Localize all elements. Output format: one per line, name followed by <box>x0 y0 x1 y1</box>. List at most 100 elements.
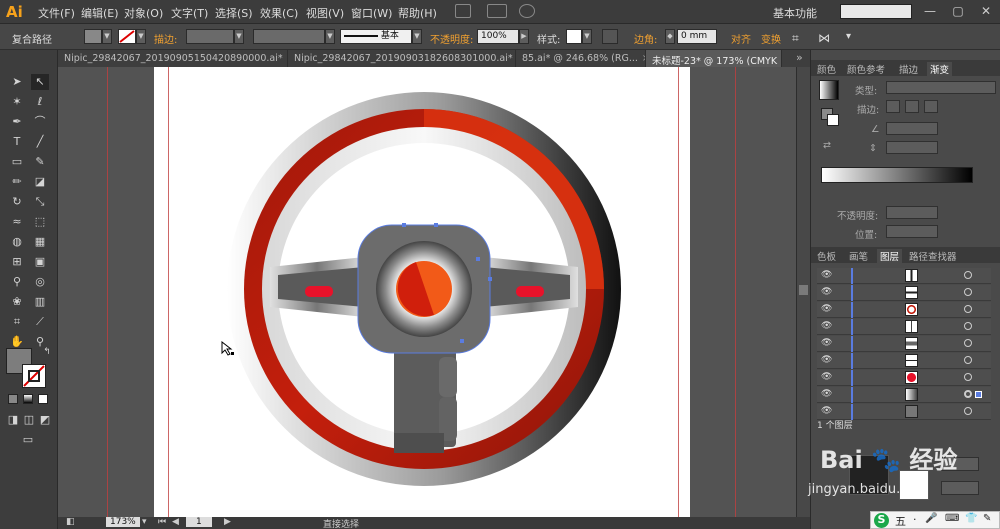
canvas-area[interactable] <box>58 67 810 517</box>
swap-colors-icon[interactable]: ↰ <box>38 344 56 360</box>
curvature-tool-icon[interactable]: ⌒ <box>31 114 49 130</box>
menu-effect[interactable]: 效果(C) <box>260 5 298 21</box>
visibility-eye-icon[interactable]: 👁 <box>821 338 832 348</box>
corner-field[interactable]: 0 mm <box>677 29 717 44</box>
visibility-eye-icon[interactable]: 👁 <box>821 287 832 297</box>
tab-brushes[interactable]: 画笔 <box>849 249 868 263</box>
symbol-sprayer-icon[interactable]: ❀ <box>8 294 26 310</box>
graphic-style-dropdown[interactable]: ▼ <box>582 29 592 44</box>
eraser-tool-icon[interactable]: ◪ <box>31 174 49 190</box>
options-icon[interactable]: ⋈ <box>818 31 830 45</box>
anchor-point[interactable] <box>488 277 492 281</box>
workspace-switcher[interactable]: 基本功能 <box>773 5 817 21</box>
stroke-color-icon[interactable] <box>22 364 46 388</box>
tab-doc-1[interactable]: Nipic_29842067_20190905150420890000.ai*× <box>58 50 288 67</box>
tab-layers[interactable]: 图层 <box>877 249 903 263</box>
steering-wheel-artwork[interactable] <box>154 67 690 517</box>
target-icon[interactable] <box>964 356 972 364</box>
layer-row[interactable]: 👁 <box>817 268 991 284</box>
align-link[interactable]: 对齐 <box>731 31 751 46</box>
tab-overflow-icon[interactable]: » <box>796 51 803 64</box>
menu-edit[interactable]: 编辑(E) <box>81 5 119 21</box>
gradient-tool-icon[interactable]: ▣ <box>31 254 49 270</box>
menu-file[interactable]: 文件(F) <box>38 5 75 21</box>
paintbrush-icon[interactable]: ✎ <box>31 154 49 170</box>
stroke-gradient-option-2[interactable] <box>905 100 919 113</box>
anchor-point[interactable] <box>402 223 406 227</box>
free-transform-icon[interactable]: ⬚ <box>31 214 49 230</box>
variable-width-field[interactable] <box>253 29 325 44</box>
opacity-label[interactable]: 不透明度: <box>430 31 473 46</box>
eyedropper-icon[interactable]: ⚲ <box>8 274 26 290</box>
artboard-number-field[interactable]: 1 <box>186 517 212 527</box>
aspect-ratio-field[interactable] <box>886 141 938 154</box>
minimize-button[interactable]: — <box>922 3 938 19</box>
gradient-type-select[interactable] <box>886 81 996 94</box>
skin-icon[interactable]: 👕 <box>965 513 977 524</box>
vertical-scrollbar[interactable] <box>796 67 810 517</box>
artboard-tool-icon[interactable]: ⌗ <box>8 314 26 330</box>
gradient-opacity-field[interactable] <box>886 206 938 219</box>
stroke-style-field[interactable]: 基本 <box>340 29 412 44</box>
microphone-icon[interactable]: 🎤 <box>925 513 937 524</box>
stroke-swatch[interactable] <box>118 29 136 44</box>
mesh-tool-icon[interactable]: ⊞ <box>8 254 26 270</box>
layer-row[interactable]: 👁 <box>817 336 991 352</box>
menu-object[interactable]: 对象(O) <box>124 5 163 21</box>
stroke-dropdown[interactable]: ▼ <box>136 29 146 44</box>
tab-stroke[interactable]: 描边 <box>899 62 918 76</box>
ime-punct-icon[interactable]: · <box>913 513 917 526</box>
layer-row[interactable]: 👁 <box>817 387 991 403</box>
fill-swatch[interactable] <box>84 29 102 44</box>
menu-window[interactable]: 窗口(W) <box>351 5 392 21</box>
artboard-nav-icon[interactable]: ◧ <box>66 517 75 527</box>
fill-dropdown[interactable]: ▼ <box>102 29 112 44</box>
make-mask-button[interactable] <box>941 481 979 495</box>
target-icon[interactable] <box>964 305 972 313</box>
anchor-point[interactable] <box>476 257 480 261</box>
gradient-swatch[interactable] <box>819 80 839 100</box>
line-tool-icon[interactable]: ╱ <box>31 134 49 150</box>
visibility-eye-icon[interactable]: 👁 <box>821 355 832 365</box>
shape-builder-icon[interactable]: ◍ <box>8 234 26 250</box>
opacity-field[interactable]: 100% <box>477 29 519 44</box>
color-mode-icon[interactable] <box>8 394 18 404</box>
screen-mode-icon[interactable]: ▭ <box>18 432 38 448</box>
arrange-documents-icon[interactable] <box>487 4 507 18</box>
draw-inside-icon[interactable]: ◩ <box>36 412 54 428</box>
gradient-slider[interactable] <box>821 167 973 183</box>
target-icon[interactable] <box>964 322 972 330</box>
target-icon[interactable] <box>964 288 972 296</box>
recolor-icon[interactable] <box>602 29 618 44</box>
next-artboard-icon[interactable]: ▶ <box>224 517 231 527</box>
target-icon[interactable] <box>964 407 972 415</box>
close-button[interactable]: ✕ <box>978 3 994 19</box>
corner-stepper[interactable]: ◆ <box>665 29 675 44</box>
tab-color[interactable]: 颜色 <box>817 62 836 76</box>
layer-row[interactable]: 👁 <box>817 353 991 369</box>
artboard[interactable] <box>154 67 690 517</box>
layer-row[interactable]: 👁 <box>817 285 991 301</box>
gradient-stroke-icon[interactable] <box>827 114 839 126</box>
gradient-mode-icon[interactable] <box>23 394 33 404</box>
target-icon[interactable] <box>964 271 972 279</box>
menu-type[interactable]: 文字(T) <box>171 5 208 21</box>
angle-field[interactable] <box>886 122 938 135</box>
perspective-grid-icon[interactable]: ▦ <box>31 234 49 250</box>
stroke-style-dropdown[interactable]: ▼ <box>412 29 422 44</box>
stroke-weight-field[interactable] <box>186 29 234 44</box>
slice-tool-icon[interactable]: ⟋ <box>31 314 49 330</box>
visibility-eye-icon[interactable]: 👁 <box>821 372 832 382</box>
tab-swatches[interactable]: 色板 <box>817 249 836 263</box>
target-icon[interactable] <box>964 339 972 347</box>
stroke-weight-dropdown[interactable]: ▼ <box>234 29 244 44</box>
tools-icon[interactable]: ✎ <box>983 513 991 524</box>
maximize-button[interactable]: ▢ <box>950 3 966 19</box>
visibility-eye-icon[interactable]: 👁 <box>821 321 832 331</box>
visibility-eye-icon[interactable]: 👁 <box>821 389 832 399</box>
tab-color-guide[interactable]: 颜色参考 <box>847 62 885 76</box>
ime-toolbar[interactable]: S 五 · 🎤 ⌨ 👕 ✎ <box>870 511 1000 529</box>
direct-selection-tool-icon[interactable]: ↖ <box>31 74 49 90</box>
gradient-position-field[interactable] <box>886 225 938 238</box>
isolate-icon[interactable]: ⌗ <box>792 31 799 46</box>
